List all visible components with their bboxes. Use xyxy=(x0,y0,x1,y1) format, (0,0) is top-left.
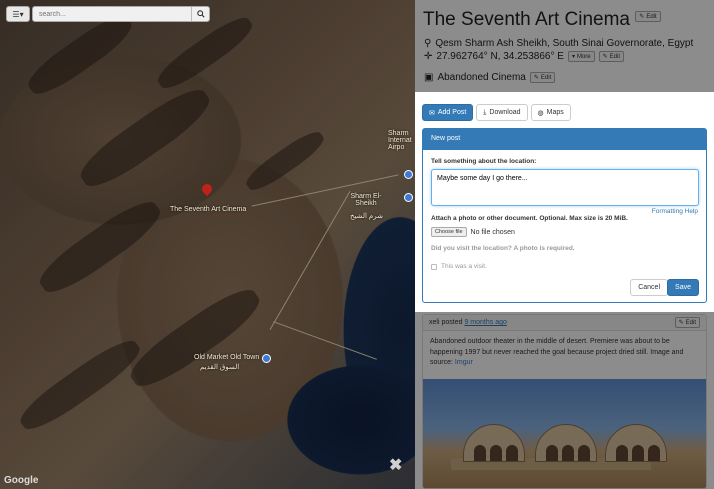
pencil-icon: ✎ xyxy=(602,54,608,60)
map-label-old-market-ar: السوق القديم xyxy=(200,364,240,371)
choose-file-button[interactable]: Choose file xyxy=(431,227,467,237)
file-status: No file chosen xyxy=(470,228,515,236)
edit-coordinates-button[interactable]: ✎ Edit xyxy=(598,51,624,62)
close-icon[interactable]: ✖ xyxy=(389,455,402,475)
post-author[interactable]: xeli xyxy=(429,319,440,326)
pencil-icon: ✎ xyxy=(639,14,645,21)
map-label-sharm: Sharm El-Sheikh xyxy=(350,193,382,207)
layers-menu-button[interactable]: ☰▾ xyxy=(6,6,30,22)
map-label-sharm-ar: شرم الشيخ xyxy=(350,213,383,220)
location-panel: The Seventh Art Cinema ✎ Edit ⚲ Qesm Shar… xyxy=(415,0,714,489)
maps-button[interactable]: ◍ Maps xyxy=(530,104,571,121)
map-label-old-market: Old Market Old Town xyxy=(194,354,260,361)
more-dropdown-button[interactable]: ▾ More xyxy=(567,51,595,62)
google-logo: Google xyxy=(4,475,39,486)
edit-category-button[interactable]: ✎ Edit xyxy=(529,72,556,83)
post-textarea[interactable] xyxy=(431,169,699,206)
globe-icon: ◍ xyxy=(537,109,544,117)
visit-checkbox-label: This was a visit. xyxy=(441,263,487,270)
address: Qesm Sharm Ash Sheikh, South Sinai Gover… xyxy=(435,38,694,49)
formatting-help-link[interactable]: Formatting Help xyxy=(652,208,698,215)
comment-icon: ✉ xyxy=(429,109,435,117)
search-input[interactable] xyxy=(33,7,191,21)
post-meta: xeli posted 9 months ago xyxy=(429,319,507,326)
camera-icon: ▣ xyxy=(424,72,434,83)
edit-label: Edit xyxy=(646,13,657,20)
category: Abandoned Cinema xyxy=(437,72,526,83)
page-title: The Seventh Art Cinema ✎ Edit xyxy=(423,9,661,31)
chevron-down-icon: ▾ xyxy=(571,54,575,60)
photo-dome xyxy=(463,424,525,462)
list-icon: ☰▾ xyxy=(12,9,24,19)
more-label: More xyxy=(576,53,591,60)
search-icon xyxy=(196,10,205,18)
pencil-icon: ✎ xyxy=(678,320,684,326)
visit-checkbox-row[interactable]: This was a visit. xyxy=(431,263,487,270)
post-prompt-label: Tell something about the location: xyxy=(431,158,537,165)
post-source-link[interactable]: Imgur xyxy=(455,359,473,366)
add-post-label: Add Post xyxy=(437,109,467,116)
post-verb: posted xyxy=(441,319,463,326)
visit-checkbox[interactable] xyxy=(431,263,437,270)
new-post-form: New post Tell something about the locati… xyxy=(422,128,707,303)
action-toolbar: ✉ Add Post ⤓ Download ◍ Maps xyxy=(422,104,571,121)
map-label-airport: Sharm Internat Airpo xyxy=(388,130,412,151)
maps-label: Maps xyxy=(546,109,564,116)
map-view[interactable]: The Seventh Art Cinema Sharm El-Sheikh ش… xyxy=(0,0,415,489)
file-input[interactable]: Choose file No file chosen xyxy=(431,227,515,237)
map-label-cinema: The Seventh Art Cinema xyxy=(170,206,247,213)
edit-label: Edit xyxy=(685,319,696,326)
edit-label: Edit xyxy=(609,53,620,60)
coordinates-line: ✛ 27.962764° N, 34.253866° E ▾ More ✎ Edit xyxy=(424,51,624,62)
post-body: Abandoned outdoor theater in the middle … xyxy=(423,331,706,375)
map-marker-icon: ⚲ xyxy=(424,38,432,49)
edit-title-button[interactable]: ✎ Edit xyxy=(635,11,661,23)
poi-marker-transit[interactable] xyxy=(404,170,413,179)
attach-label: Attach a photo or other document. Option… xyxy=(431,215,628,222)
add-post-button[interactable]: ✉ Add Post xyxy=(422,104,474,121)
address-line: ⚲ Qesm Sharm Ash Sheikh, South Sinai Gov… xyxy=(424,38,693,49)
post-header: xeli posted 9 months ago ✎ Edit xyxy=(423,315,706,331)
search-button[interactable] xyxy=(191,7,209,21)
new-post-header: New post xyxy=(423,129,706,150)
location-title: The Seventh Art Cinema xyxy=(423,9,630,30)
map-search[interactable] xyxy=(32,6,210,22)
save-button[interactable]: Save xyxy=(667,279,699,296)
download-button[interactable]: ⤓ Download xyxy=(476,104,528,121)
poi-marker-old-market[interactable] xyxy=(262,354,271,363)
category-line: ▣ Abandoned Cinema ✎ Edit xyxy=(424,72,556,83)
edit-post-button[interactable]: ✎ Edit xyxy=(674,317,700,328)
coordinates: 27.962764° N, 34.253866° E xyxy=(436,51,564,62)
post-card: xeli posted 9 months ago ✎ Edit Abandoned… xyxy=(422,314,707,489)
download-label: Download xyxy=(489,109,521,116)
post-time-link[interactable]: 9 months ago xyxy=(464,319,506,326)
photo-dome xyxy=(605,424,667,462)
crosshair-icon: ✛ xyxy=(424,51,433,62)
pencil-icon: ✎ xyxy=(533,75,539,81)
visit-question: Did you visit the location? A photo is r… xyxy=(431,245,575,252)
cancel-button[interactable]: Cancel xyxy=(630,279,668,296)
photo-dome xyxy=(535,424,597,462)
edit-label: Edit xyxy=(540,74,552,81)
poi-marker-shop[interactable] xyxy=(404,193,413,202)
download-icon: ⤓ xyxy=(483,108,487,116)
post-photo[interactable] xyxy=(423,379,706,488)
